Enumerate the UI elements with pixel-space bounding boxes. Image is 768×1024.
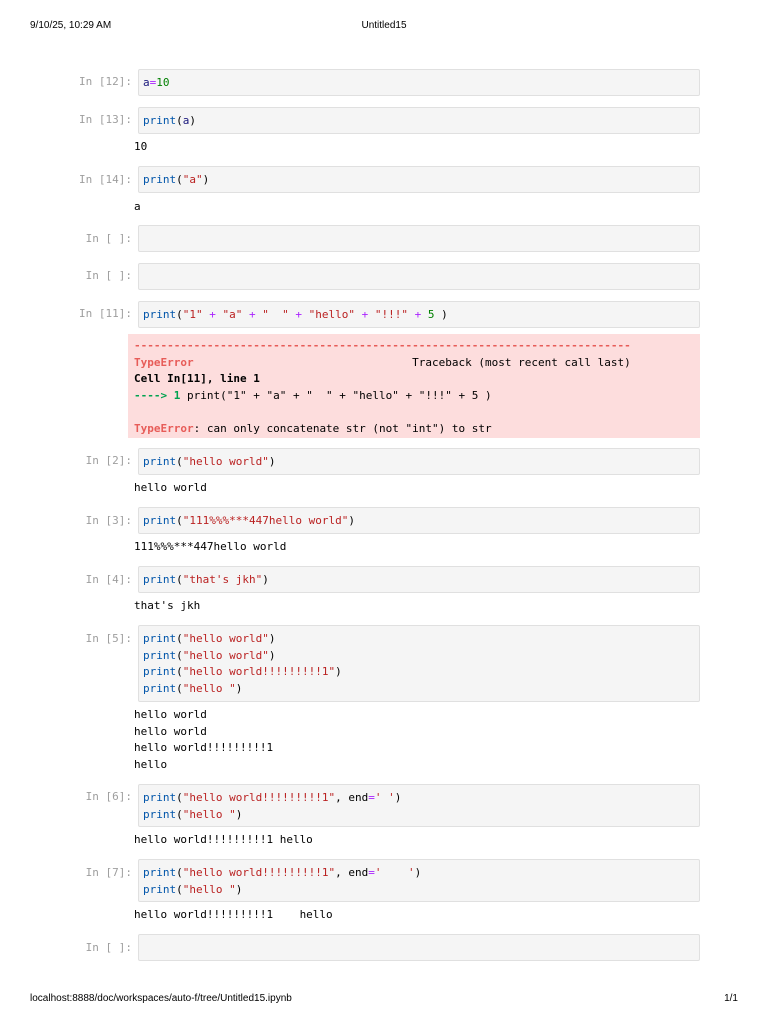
cell-prompt: In [11]: (79, 307, 132, 320)
code-cell-input[interactable]: print("1" + "a" + " " + "hello" + "!!!" … (138, 301, 700, 328)
code-cell-input[interactable]: print(a) (138, 107, 700, 134)
cell-prompt: In [5]: (85, 632, 132, 645)
cell-prompt: In [ ]: (85, 269, 132, 282)
empty-code-cell-input[interactable] (138, 225, 700, 252)
code-cell-input[interactable]: a=10 (138, 69, 700, 96)
code-cell-input[interactable]: print("hello world") print("hello world"… (138, 625, 700, 702)
cell-output: a (134, 200, 141, 213)
cell-output: hello world!!!!!!!!!1 hello (134, 833, 313, 846)
cell-prompt: In [ ]: (85, 232, 132, 245)
print-footer-page: 1/1 (724, 993, 738, 1004)
error-message: : can only concatenate str (not "int") t… (193, 421, 492, 435)
code-cell-input[interactable]: print("that's jkh") (138, 566, 700, 593)
cell-output: hello world hello world hello world!!!!!… (134, 708, 274, 771)
cell-prompt: In [12]: (79, 75, 132, 88)
cell-prompt: In [2]: (85, 454, 132, 467)
code-cell-input[interactable]: print("111%%%***447hello world") (138, 507, 700, 534)
error-output: ----------------------------------------… (128, 334, 700, 438)
cell-output: 10 (134, 140, 148, 153)
error-arrow-code: print("1" + "a" + " " + "hello" + "!!!" … (186, 388, 492, 402)
code-cell-input[interactable]: print("hello world") (138, 448, 700, 475)
error-cell-ref: Cell In[11], line 1 (134, 372, 260, 385)
error-name: TypeError (134, 421, 194, 435)
cell-prompt: In [3]: (85, 514, 132, 527)
code-cell-input[interactable]: print("a") (138, 166, 700, 193)
cell-prompt: In [7]: (85, 866, 132, 879)
empty-code-cell-input[interactable] (138, 934, 700, 961)
error-name: TypeError (134, 355, 194, 369)
error-traceback-label: Traceback (most recent call last) (412, 355, 631, 369)
cell-output: that's jkh (134, 599, 201, 612)
cell-output: 111%%%***447hello world (134, 540, 287, 553)
cell-prompt: In [4]: (85, 573, 132, 586)
cell-prompt: In [6]: (85, 790, 132, 803)
code-cell-input[interactable]: print("hello world!!!!!!!!!1", end=' ') … (138, 859, 700, 902)
print-header-title: Untitled15 (361, 20, 407, 31)
cell-prompt: In [13]: (79, 113, 132, 126)
code-cell-input[interactable]: print("hello world!!!!!!!!!1", end=' ') … (138, 784, 700, 827)
cell-prompt: In [ ]: (85, 941, 132, 954)
empty-code-cell-input[interactable] (138, 263, 700, 290)
cell-output: hello world!!!!!!!!!1 hello (134, 908, 333, 921)
cell-prompt: In [14]: (79, 173, 132, 186)
print-footer-url: localhost:8888/doc/workspaces/auto-f/tre… (30, 993, 292, 1004)
error-arrow: ----> 1 (134, 388, 187, 402)
cell-output: hello world (134, 481, 207, 494)
error-dashes: ----------------------------------------… (134, 339, 631, 352)
